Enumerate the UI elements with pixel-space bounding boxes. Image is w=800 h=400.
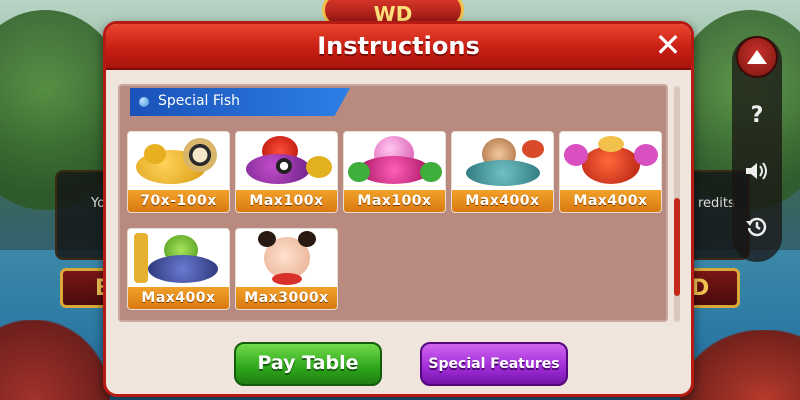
side-control-panel: ? [732, 36, 782, 262]
fish-card-monkey-king[interactable]: Max400x [451, 131, 554, 213]
arrow-up-icon [747, 50, 767, 64]
fish-multiplier: Max400x [452, 190, 553, 212]
section-label: Special Fish [158, 93, 240, 109]
fish-multiplier: Max100x [344, 190, 445, 212]
scrollbar-thumb[interactable] [674, 198, 680, 296]
close-button[interactable]: ✕ [654, 29, 682, 61]
fish-card-turtle-general[interactable]: Max400x [127, 228, 230, 310]
background-plaque-right-text: redits [698, 196, 735, 211]
fish-card-crab-king[interactable]: Max400x [559, 131, 662, 213]
dialog-header: Instructions ✕ [106, 24, 691, 70]
history-button[interactable] [736, 206, 778, 248]
fish-multiplier: Max400x [128, 287, 229, 309]
fish-card-golden-toad[interactable]: 70x-100x [127, 131, 230, 213]
volume-icon [746, 162, 767, 180]
background-coral-left [0, 320, 110, 400]
golden-toad-icon [128, 132, 229, 190]
bullet-dot-icon [139, 97, 149, 107]
fish-card-nezha[interactable]: Max3000x [235, 228, 338, 310]
fish-multiplier: Max3000x [236, 287, 337, 309]
fish-multiplier: Max400x [560, 190, 661, 212]
pay-table-button[interactable]: Pay Table [234, 342, 382, 386]
dialog-title: Instructions [317, 32, 480, 60]
content-scrollbar[interactable] [674, 86, 680, 322]
fish-multiplier: 70x-100x [128, 190, 229, 212]
history-icon [746, 217, 767, 237]
fish-lantern-icon [236, 132, 337, 190]
fish-multiplier: Max100x [236, 190, 337, 212]
section-tab-special-fish: Special Fish [130, 88, 350, 116]
turtle-general-icon [128, 229, 229, 287]
special-fish-panel[interactable]: Special Fish 70x-100x Max100x Max100x Ma… [118, 84, 668, 322]
background-coral-right [680, 330, 800, 400]
nezha-child-icon [236, 229, 337, 287]
lotus-jewel-icon [344, 132, 445, 190]
collapse-menu-button[interactable] [736, 36, 778, 78]
instructions-dialog: Instructions ✕ Special Fish 70x-100x Max… [103, 21, 694, 397]
fish-card-lantern-fish[interactable]: Max100x [235, 131, 338, 213]
crab-king-icon [560, 132, 661, 190]
help-button[interactable]: ? [736, 94, 778, 136]
special-features-button[interactable]: Special Features [420, 342, 568, 386]
fish-card-lotus[interactable]: Max100x [343, 131, 446, 213]
close-icon: ✕ [654, 26, 682, 64]
volume-button[interactable] [736, 150, 778, 192]
help-icon: ? [750, 102, 764, 128]
monkey-king-icon [452, 132, 553, 190]
